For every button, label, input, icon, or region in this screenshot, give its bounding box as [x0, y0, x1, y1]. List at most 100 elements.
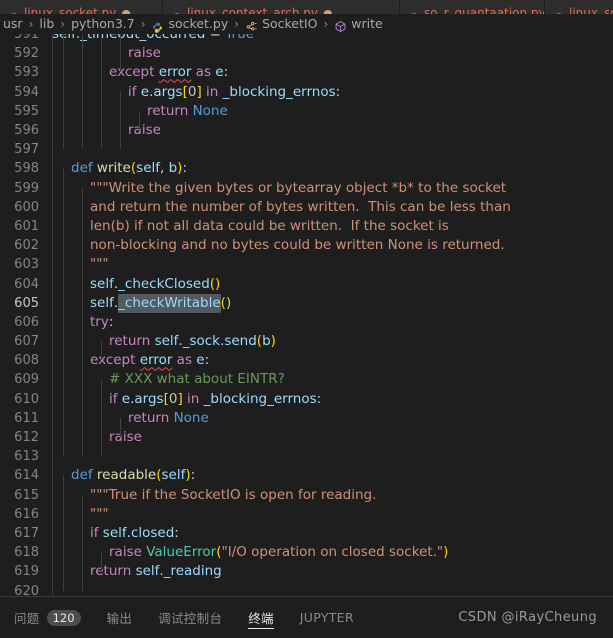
- code-line-text[interactable]: """: [46, 255, 613, 274]
- code-line[interactable]: 620: [0, 581, 613, 596]
- code-token: e: [140, 83, 150, 100]
- panel-tab[interactable]: 问题 120: [14, 597, 81, 638]
- code-line-text[interactable]: raise: [46, 121, 613, 140]
- code-line[interactable]: 619 return self. _reading: [0, 562, 613, 581]
- code-line-text[interactable]: except error as e:: [46, 63, 613, 82]
- code-line-text[interactable]: def readable(self):: [46, 466, 613, 485]
- panel-tab[interactable]: 调试控制台: [158, 597, 222, 638]
- panel-tab[interactable]: 输出: [107, 597, 133, 638]
- breadcrumb-item[interactable]: lib: [37, 17, 56, 31]
- code-line-text[interactable]: if e. args[0] in _blocking_errnos:: [46, 83, 613, 102]
- code-line-text[interactable]: """Write the given bytes or bytearray ob…: [46, 179, 613, 198]
- editor-tab[interactable]: so_r_quantaation.py: [400, 0, 545, 14]
- code-line[interactable]: 606 try:: [0, 313, 613, 332]
- problems-count-badge: 120: [46, 609, 81, 626]
- code-line-text[interactable]: self. _checkClosed(): [46, 274, 613, 293]
- panel-tab-label: 输出: [106, 611, 133, 626]
- code-line[interactable]: 591 self._timeout_occurred = True: [0, 34, 613, 44]
- code-line-text[interactable]: if self. closed:: [46, 524, 613, 543]
- code-token: def: [71, 160, 97, 177]
- code-line[interactable]: 617 if self. closed:: [0, 524, 613, 543]
- code-token: except: [109, 64, 159, 81]
- code-line[interactable]: 610 if e. args[0] in _blocking_errnos:: [0, 390, 613, 409]
- editor-tab-label: linux_socket.py: [24, 6, 117, 14]
- code-line[interactable]: 612 raise: [0, 428, 613, 447]
- code-token: 0: [187, 83, 197, 100]
- indent-guide: [63, 187, 64, 207]
- code-token: if: [109, 390, 122, 407]
- code-line[interactable]: 608 except error as e:: [0, 351, 613, 370]
- panel-tab[interactable]: JUPYTER: [300, 597, 354, 638]
- code-line[interactable]: 601 len(b) if not all data could be writt…: [0, 217, 613, 236]
- breadcrumb-item[interactable]: usr: [1, 17, 25, 31]
- code-line[interactable]: 595 return None: [0, 102, 613, 121]
- indent-guide: [63, 418, 64, 438]
- indent-guide: [101, 72, 102, 92]
- code-line[interactable]: 596 raise: [0, 121, 613, 140]
- code-line-text[interactable]: self._timeout_occurred = True: [46, 34, 613, 44]
- code-line[interactable]: 593 except error as e:: [0, 63, 613, 82]
- code-line-text[interactable]: [46, 581, 613, 596]
- code-line[interactable]: 611 return None: [0, 409, 613, 428]
- line-number: 606: [14, 314, 39, 330]
- code-line-text[interactable]: """True if the SocketIO is open for read…: [46, 486, 613, 505]
- code-line[interactable]: 615 """True if the SocketIO is open for r…: [0, 486, 613, 505]
- code-line-text[interactable]: if e. args[0] in _blocking_errnos:: [46, 390, 613, 409]
- code-line[interactable]: 613: [0, 447, 613, 466]
- code-line-text[interactable]: non-blocking and no bytes could be writt…: [46, 236, 613, 255]
- code-line-text[interactable]: return None: [46, 102, 613, 121]
- panel-tab[interactable]: 终端: [248, 597, 274, 638]
- code-line[interactable]: 598 def write(self, b):: [0, 159, 613, 178]
- editor-tab[interactable]: linux_context_arch.py ●: [163, 0, 400, 14]
- code-line-text[interactable]: except error as e:: [46, 351, 613, 370]
- code-line[interactable]: 594 if e. args[0] in _blocking_errnos:: [0, 83, 613, 102]
- code-line-text[interactable]: raise: [46, 428, 613, 447]
- code-line-text[interactable]: return None: [46, 409, 613, 428]
- code-line[interactable]: 599 """Write the given bytes or bytearray…: [0, 179, 613, 198]
- code-token: args: [134, 390, 164, 407]
- code-line-text[interactable]: return self. _reading: [46, 562, 613, 581]
- indent-guide: [63, 341, 64, 361]
- editor-tab[interactable]: linux_socket.py ●: [0, 0, 163, 14]
- code-line-text[interactable]: raise ValueError("I/O operation on close…: [46, 543, 613, 562]
- line-number: 620: [14, 583, 39, 596]
- code-line[interactable]: 618 raise ValueError("I/O operation on cl…: [0, 543, 613, 562]
- code-line[interactable]: 604 self. _checkClosed(): [0, 274, 613, 293]
- code-line-text[interactable]: try:: [46, 313, 613, 332]
- breadcrumb-item[interactable]: SocketIO: [243, 17, 319, 31]
- code-line-text[interactable]: [46, 447, 613, 466]
- code-token: :: [335, 83, 341, 100]
- code-line[interactable]: 605 self. _checkWritable(): [0, 293, 613, 313]
- code-line-text[interactable]: return self. _sock. send(b): [46, 332, 613, 351]
- breadcrumb-item[interactable]: write: [332, 17, 384, 32]
- code-line-text[interactable]: [46, 140, 613, 159]
- indent-guide: [63, 533, 64, 553]
- code-line[interactable]: 603 """: [0, 255, 613, 274]
- line-number: 613: [14, 449, 39, 465]
- code-line[interactable]: 592 raise: [0, 44, 613, 63]
- indent-guide: [120, 34, 121, 54]
- indent-guide: [82, 322, 83, 342]
- breadcrumb-item[interactable]: python3.7: [69, 17, 137, 31]
- indent-guide: [63, 226, 64, 246]
- code-line-text[interactable]: self. _checkWritable(): [46, 293, 613, 313]
- indent-guide: [101, 418, 102, 438]
- code-line[interactable]: 614 def readable(self):: [0, 466, 613, 485]
- code-lines[interactable]: 591 self._timeout_occurred = True 592 raise…: [0, 34, 613, 596]
- code-editor[interactable]: 591 self._timeout_occurred = True 592 raise…: [0, 34, 613, 596]
- code-line-text[interactable]: len(b) if not all data could be written.…: [46, 217, 613, 236]
- code-line[interactable]: 616 """: [0, 505, 613, 524]
- breadcrumb-item[interactable]: socket.py: [150, 17, 231, 33]
- code-line[interactable]: 597: [0, 140, 613, 159]
- breadcrumb[interactable]: usr › lib › python3.7 › socket.py › SocketIO › wri…: [0, 14, 613, 34]
- code-line[interactable]: 607 return self. _sock. send(b): [0, 332, 613, 351]
- code-line[interactable]: 600 and return the number of bytes writte…: [0, 198, 613, 217]
- code-line-text[interactable]: raise: [46, 44, 613, 63]
- code-line-text[interactable]: def write(self, b):: [46, 159, 613, 178]
- code-line-text[interactable]: """: [46, 505, 613, 524]
- code-line[interactable]: 609 # XXX what about EINTR?: [0, 370, 613, 389]
- code-line-text[interactable]: # XXX what about EINTR?: [46, 370, 613, 389]
- code-line[interactable]: 602 non-blocking and no bytes could be wr…: [0, 236, 613, 255]
- editor-tab[interactable]: linux_soc: [545, 0, 613, 14]
- code-line-text[interactable]: and return the number of bytes written. …: [46, 198, 613, 217]
